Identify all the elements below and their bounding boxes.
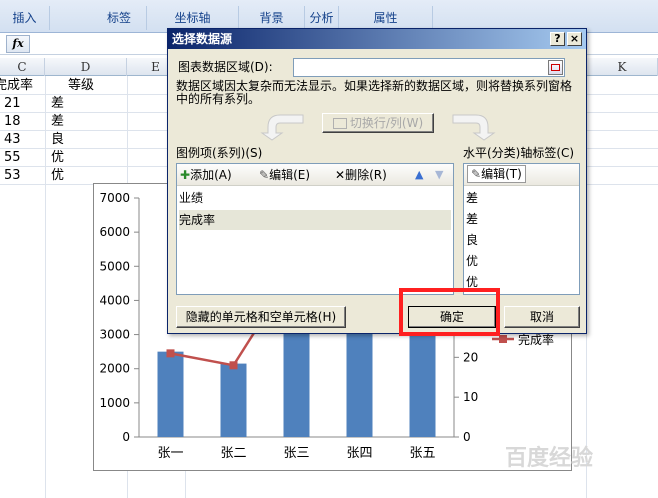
cell-c-value[interactable]: 55 xyxy=(4,149,21,167)
move-down-icon[interactable]: ▼ xyxy=(435,165,443,185)
help-button[interactable]: ? xyxy=(550,32,565,46)
series-toolbar: ✚添加(A) ✎编辑(E) ✕删除(R) ▲ ▼ xyxy=(177,164,453,186)
y2-tick-label: 10 xyxy=(463,390,478,404)
dialog-title-text: 选择数据源 xyxy=(172,32,233,46)
ribbon-tab-insert[interactable]: 插入 xyxy=(0,6,50,30)
series-item-completion[interactable]: 完成率 xyxy=(179,210,451,230)
add-series-button[interactable]: ✚添加(A) xyxy=(180,165,232,185)
series-panel: ✚添加(A) ✎编辑(E) ✕删除(R) ▲ ▼ 业绩 完成率 xyxy=(176,163,454,295)
delete-series-button[interactable]: ✕删除(R) xyxy=(335,165,387,185)
ok-highlight-box xyxy=(399,288,500,336)
y2-tick-label: 0 xyxy=(463,430,471,444)
edit-series-button[interactable]: ✎编辑(E) xyxy=(259,165,310,185)
left-arrow-icon xyxy=(260,114,304,141)
axis-toolbar: ✎编辑(T) xyxy=(464,164,579,186)
range-select-icon-frame xyxy=(551,64,560,71)
axis-item[interactable]: 差 xyxy=(466,209,478,229)
cell-d-value[interactable]: 优 xyxy=(51,149,64,167)
bar-series-sales xyxy=(157,351,184,437)
grid-line xyxy=(45,76,46,498)
range-select-icon[interactable] xyxy=(548,60,563,75)
add-label: 添加(A) xyxy=(190,168,232,182)
range-note: 数据区域因太复杂而无法显示。如果选择新的数据区域，则将替换系列窗格中的所有系列。 xyxy=(176,79,573,106)
switch-row-column-button[interactable]: 切换行/列(W) xyxy=(322,113,434,133)
x-tick-label: 张五 xyxy=(409,446,435,461)
y-tick-label: 0 xyxy=(122,430,130,444)
cell-c-value[interactable]: 21 xyxy=(4,95,21,113)
watermark: 百度经验 xyxy=(505,446,594,471)
insert-function-button[interactable]: fx xyxy=(6,35,30,53)
y-tick-label: 5000 xyxy=(99,259,130,273)
ribbon-tab-axes[interactable]: 坐标轴 xyxy=(147,6,239,30)
right-arrow-icon xyxy=(452,114,496,141)
y-tick-label: 2000 xyxy=(99,362,130,376)
cell-c-value[interactable]: 53 xyxy=(4,167,21,185)
edit-axis-button[interactable]: ✎编辑(T) xyxy=(467,165,526,183)
ribbon-tab-labels[interactable]: 标签 xyxy=(92,6,147,30)
select-data-source-dialog: 选择数据源 ? × 图表数据区域(D): 数据区域因太复杂而无法显示。如果选择新… xyxy=(167,28,587,334)
cancel-button[interactable]: 取消 xyxy=(504,306,580,328)
line-point-completion xyxy=(166,349,175,358)
y-tick-label: 3000 xyxy=(99,328,130,342)
axis-labels-panel: ✎编辑(T) 差 差 良 优 优 xyxy=(463,163,580,295)
y-tick-label: 7000 xyxy=(99,191,130,205)
ribbon-tab-analysis[interactable]: 分析 xyxy=(305,6,339,30)
axis-edit-label: 编辑(T) xyxy=(481,167,522,181)
legend-series-label: 图例项(系列)(S) xyxy=(176,146,263,160)
axis-item[interactable]: 良 xyxy=(466,230,478,250)
bar-series-sales xyxy=(220,363,247,437)
axis-item[interactable]: 差 xyxy=(466,188,478,208)
bar-series-sales xyxy=(409,324,436,437)
x-tick-label: 张二 xyxy=(220,446,246,461)
ribbon-tab-properties[interactable]: 属性 xyxy=(339,6,433,30)
dialog-title[interactable]: 选择数据源 xyxy=(168,29,586,49)
close-button[interactable]: × xyxy=(567,32,582,46)
move-up-icon[interactable]: ▲ xyxy=(415,165,423,185)
cell-d-value[interactable]: 差 xyxy=(51,113,64,131)
y2-tick-label: 20 xyxy=(463,350,478,364)
y-tick-label: 6000 xyxy=(99,225,130,239)
line-point-completion xyxy=(229,361,238,370)
y-tick-label: 4000 xyxy=(99,293,130,307)
legend-point-marker xyxy=(499,335,507,343)
delete-icon: ✕ xyxy=(335,168,346,182)
cell-d-value[interactable]: 良 xyxy=(51,131,64,149)
edit-icon: ✎ xyxy=(259,168,270,182)
cell-c-value[interactable]: 18 xyxy=(4,113,21,131)
axis-item[interactable]: 优 xyxy=(466,251,478,271)
edit-icon: ✎ xyxy=(471,167,482,181)
cell-d-value[interactable]: 优 xyxy=(51,167,64,185)
x-tick-label: 张三 xyxy=(283,446,309,461)
y-tick-label: 1000 xyxy=(99,396,130,410)
delete-label: 删除(R) xyxy=(345,168,387,182)
ribbon-tab-background[interactable]: 背景 xyxy=(239,6,305,30)
bar-series-sales xyxy=(346,324,373,437)
bar-series-sales xyxy=(283,324,310,437)
x-tick-label: 张一 xyxy=(157,446,183,461)
chart-data-range-input[interactable] xyxy=(293,58,565,77)
add-icon: ✚ xyxy=(180,168,191,182)
axis-labels-heading: 水平(分类)轴标签(C) xyxy=(463,146,575,160)
edit-label: 编辑(E) xyxy=(269,168,311,182)
column-header-k[interactable]: K xyxy=(587,58,658,76)
x-tick-label: 张四 xyxy=(346,446,372,461)
hidden-empty-cells-button[interactable]: 隐藏的单元格和空单元格(H) xyxy=(176,306,346,328)
series-item-sales[interactable]: 业绩 xyxy=(179,188,451,208)
switch-label: 切换行/列(W) xyxy=(349,116,424,130)
cell-d-value[interactable]: 差 xyxy=(51,95,64,113)
chart-data-range-label: 图表数据区域(D): xyxy=(178,60,273,74)
cell-d-header[interactable]: 等级 xyxy=(68,77,94,95)
legend-label: 完成率 xyxy=(518,332,554,347)
column-header-d[interactable]: D xyxy=(45,58,127,76)
cell-c-value[interactable]: 43 xyxy=(4,131,21,149)
column-header-c[interactable]: C xyxy=(0,58,45,76)
cell-c-header[interactable]: 完成率 xyxy=(0,77,33,95)
switch-icon xyxy=(332,118,347,129)
